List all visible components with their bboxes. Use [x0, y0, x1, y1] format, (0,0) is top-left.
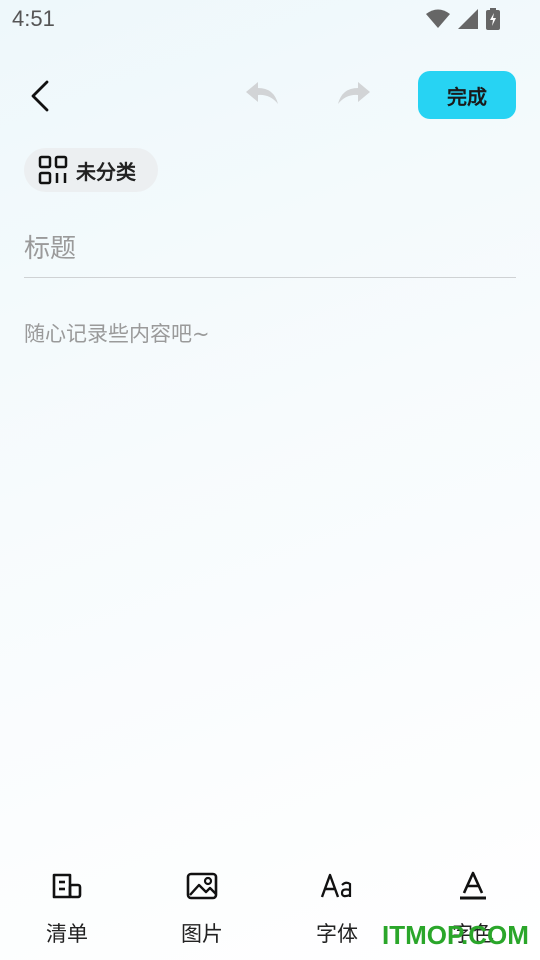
category-chip[interactable]: 未分类: [24, 148, 158, 192]
status-icons: [426, 8, 500, 30]
status-time: 4:51: [12, 6, 55, 31]
category-grid-icon: [38, 155, 68, 185]
redo-icon: [338, 82, 370, 104]
font-icon: [320, 873, 352, 898]
text-color-icon: [460, 871, 486, 900]
back-button[interactable]: [22, 78, 58, 114]
signal-icon: [458, 9, 478, 29]
watermark: ITMOP.COM: [382, 920, 529, 950]
editor-top-bar: 完成: [0, 66, 540, 126]
checklist-button[interactable]: 清单: [17, 860, 117, 956]
image-label: 图片: [181, 922, 223, 946]
undo-icon: [246, 82, 278, 104]
font-label: 字体: [316, 922, 358, 946]
image-button[interactable]: 图片: [152, 860, 252, 956]
checklist-label: 清单: [46, 922, 88, 946]
image-icon: [186, 872, 218, 900]
battery-icon: [486, 8, 500, 30]
undo-button[interactable]: [244, 80, 284, 112]
wifi-icon: [426, 9, 450, 28]
font-button[interactable]: 字体: [287, 860, 387, 956]
redo-button[interactable]: [336, 80, 376, 112]
checklist-icon: [52, 873, 82, 899]
content-input[interactable]: [24, 312, 516, 832]
title-input[interactable]: [24, 220, 516, 278]
done-button[interactable]: 完成: [418, 71, 516, 119]
category-label: 未分类: [76, 159, 136, 184]
chevron-left-icon: [31, 80, 49, 112]
status-bar: 4:51: [0, 0, 540, 40]
